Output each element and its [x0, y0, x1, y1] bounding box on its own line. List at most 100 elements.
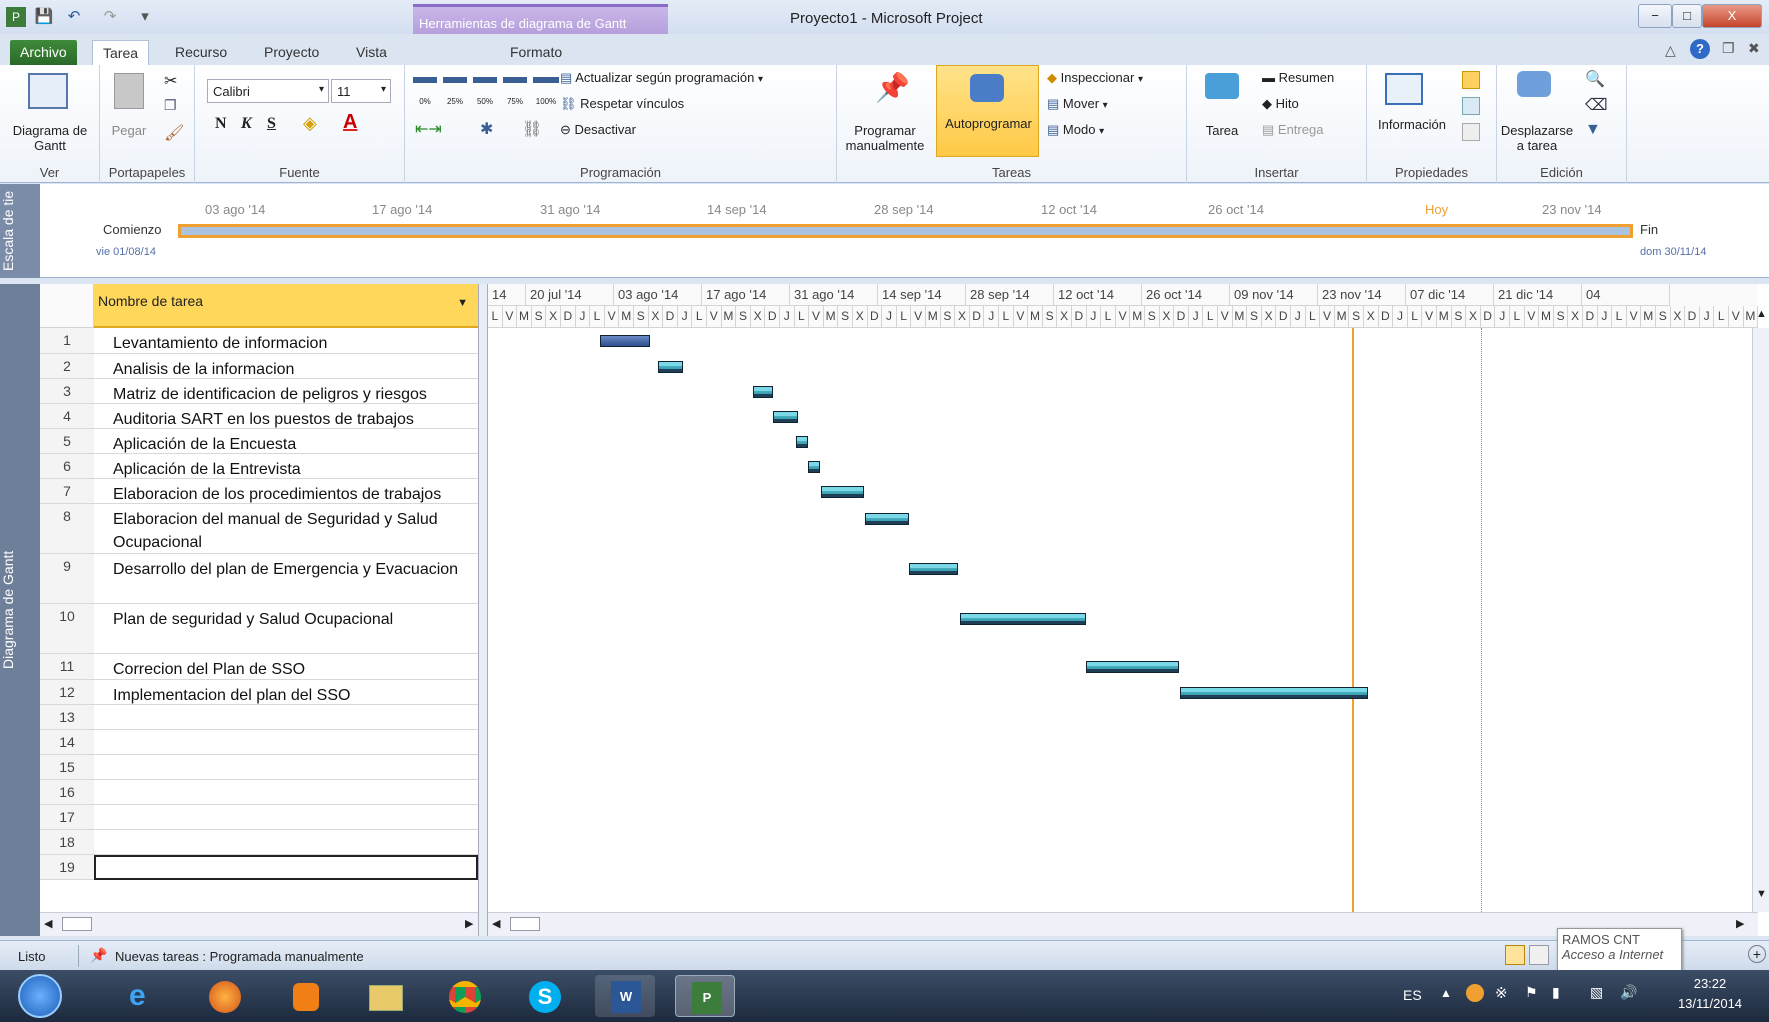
view-divider[interactable] [478, 284, 488, 936]
row-id[interactable]: 1 [40, 328, 94, 354]
restore-doc-icon[interactable]: ❐ [1722, 40, 1735, 57]
diagrama-gantt-button[interactable]: Diagrama de Gantt [6, 123, 94, 153]
task-name-cell[interactable]: Auditoria SART en los puestos de trabajo… [94, 404, 478, 429]
row-id[interactable]: 3 [40, 379, 94, 404]
row-id[interactable]: 18 [40, 830, 94, 855]
highlight-color-icon[interactable]: ◈ [303, 113, 317, 134]
task-name-cell[interactable] [94, 755, 478, 780]
redo-icon[interactable]: ↷ [100, 7, 120, 27]
cut-icon[interactable]: ✂ [164, 71, 177, 91]
row-id[interactable]: 19 [40, 855, 94, 880]
close-doc-icon[interactable]: ✖ [1748, 40, 1760, 57]
desactivar-button[interactable]: ⊖ Desactivar [560, 122, 760, 144]
outdent-icon[interactable]: ⇤⇥ [415, 119, 442, 139]
task-name-cell[interactable]: Elaboracion del manual de Seguridad y Sa… [94, 504, 478, 554]
table-horizontal-scrollbar[interactable]: ◀ ▶ [40, 912, 478, 936]
skype-icon[interactable]: S [515, 975, 575, 1017]
task-name-cell[interactable] [94, 805, 478, 830]
chrome-icon[interactable] [435, 975, 495, 1017]
task-name-cell[interactable] [94, 830, 478, 855]
percent-25-button[interactable]: 25% [443, 77, 467, 106]
task-name-cell[interactable]: Implementacion del plan del SSO [94, 680, 478, 705]
inspeccionar-button[interactable]: ◆ Inspeccionar ▾ [1047, 70, 1187, 92]
flag-icon[interactable]: ⚑ [1525, 984, 1538, 1001]
bold-button[interactable]: N [215, 115, 227, 133]
chevron-down-icon[interactable]: ▼ [457, 297, 468, 309]
entrega-button[interactable]: ▤ Entrega [1262, 122, 1362, 144]
app-icon[interactable]: P [6, 7, 26, 27]
undo-icon[interactable]: ↶ [64, 7, 84, 27]
row-id[interactable]: 10 [40, 604, 94, 654]
find-icon[interactable]: 🔍 [1585, 69, 1605, 89]
copy-icon[interactable]: ❐ [164, 97, 177, 114]
tab-proyecto[interactable]: Proyecto [254, 40, 329, 65]
paste-icon[interactable] [114, 73, 144, 109]
scroll-left-icon[interactable]: ◀ [44, 917, 52, 930]
notes-icon[interactable] [1462, 71, 1480, 89]
font-name-select[interactable]: Calibri ▾ [207, 79, 329, 103]
tarea-button[interactable]: Tarea [1197, 123, 1247, 138]
volume-icon[interactable]: 🔊 [1620, 984, 1637, 1001]
underline-button[interactable]: S [267, 115, 276, 133]
zoom-in-icon[interactable]: + [1748, 945, 1766, 963]
link-tasks-icon[interactable]: ⛓ [522, 119, 542, 139]
tab-tarea[interactable]: Tarea [92, 40, 150, 65]
task-name-cell[interactable]: Elaboracion de los procedimientos de tra… [94, 479, 478, 504]
scroll-up-icon[interactable]: ▲ [1756, 308, 1767, 320]
gantt-task-bar[interactable] [753, 385, 773, 398]
scroll-down-icon[interactable]: ▼ [1756, 888, 1767, 900]
row-id[interactable]: 14 [40, 730, 94, 755]
new-tasks-mode[interactable]: Nuevas tareas : Programada manualmente [115, 949, 364, 964]
font-color-icon[interactable]: A [343, 111, 357, 134]
task-name-cell[interactable] [94, 780, 478, 805]
gantt-task-bar[interactable] [1086, 660, 1179, 673]
row-id[interactable]: 4 [40, 404, 94, 429]
task-name-cell[interactable] [94, 730, 478, 755]
task-name-cell[interactable]: Desarrollo del plan de Emergencia y Evac… [94, 554, 478, 604]
gantt-task-bar[interactable] [796, 435, 808, 448]
firefox-icon[interactable] [195, 975, 255, 1017]
start-button[interactable] [18, 974, 62, 1018]
save-icon[interactable]: 💾 [34, 7, 54, 27]
task-name-cell[interactable]: Correcion del Plan de SSO [94, 654, 478, 680]
scroll-right-icon[interactable]: ▶ [465, 917, 473, 930]
tab-recurso[interactable]: Recurso [165, 40, 237, 65]
gantt-task-bar[interactable] [865, 512, 909, 525]
task-name-cell[interactable]: Analisis de la informacion [94, 354, 478, 379]
maximize-button[interactable]: □ [1672, 4, 1702, 28]
file-explorer-icon[interactable] [355, 975, 415, 1017]
percent-0-button[interactable]: 0% [413, 77, 437, 106]
select-all-corner[interactable] [40, 284, 94, 328]
font-size-select[interactable]: 11 ▾ [331, 79, 391, 103]
row-id[interactable]: 8 [40, 504, 94, 554]
informacion-button[interactable]: Información [1369, 117, 1455, 132]
project-icon[interactable]: P [675, 975, 735, 1017]
percent-75-button[interactable]: 75% [503, 77, 527, 106]
minimize-button[interactable]: − [1638, 4, 1672, 28]
row-id[interactable]: 12 [40, 680, 94, 705]
fill-icon[interactable]: ▼ [1585, 121, 1601, 139]
task-name-column-header[interactable]: Nombre de tarea ▼ [94, 284, 478, 328]
tray-app-icon[interactable] [1466, 984, 1484, 1002]
split-task-icon[interactable]: ✱ [480, 119, 493, 139]
programar-manualmente-button[interactable]: Programar manualmente [839, 123, 931, 153]
percent-100-button[interactable]: 100% [533, 77, 559, 106]
gantt-task-bar[interactable] [1180, 686, 1368, 699]
gantt-task-bar[interactable] [773, 410, 798, 423]
row-id[interactable]: 9 [40, 554, 94, 604]
row-id[interactable]: 13 [40, 705, 94, 730]
gantt-task-bar[interactable] [808, 460, 820, 473]
scroll-right-icon[interactable]: ▶ [1736, 917, 1744, 930]
close-button[interactable]: X [1702, 4, 1762, 28]
gantt-chart-area[interactable] [488, 328, 1758, 912]
clock-date[interactable]: 13/11/2014 [1660, 996, 1760, 1011]
task-name-cell[interactable]: Plan de seguridad y Salud Ocupacional [94, 604, 478, 654]
word-icon[interactable]: W [595, 975, 655, 1017]
task-name-cell[interactable]: Levantamiento de informacion [94, 328, 478, 354]
gantt-view-shortcut-icon[interactable] [1505, 945, 1525, 965]
task-name-cell[interactable] [94, 705, 478, 730]
pegar-button[interactable]: Pegar [108, 123, 150, 138]
customize-qat-icon[interactable]: ▾ [135, 7, 155, 27]
mover-button[interactable]: ▤ Mover ▾ [1047, 96, 1187, 118]
gantt-task-bar[interactable] [960, 612, 1086, 625]
